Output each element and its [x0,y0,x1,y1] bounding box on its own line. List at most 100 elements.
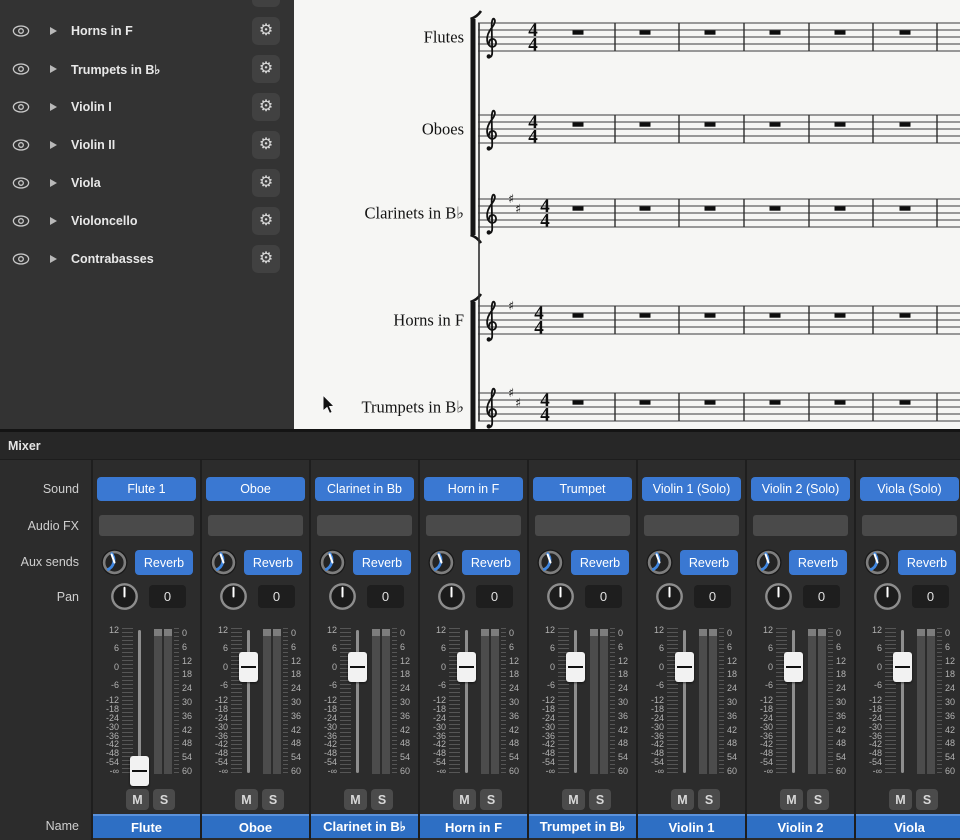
channel-name[interactable]: Oboe [202,814,309,838]
channel-name[interactable]: Violin 1 [638,814,745,838]
sound-button[interactable]: Viola (Solo) [860,477,959,501]
sound-button[interactable]: Trumpet [533,477,632,501]
aux-send-knob[interactable] [100,548,129,577]
aux-send-knob[interactable] [645,548,674,577]
reverb-send-button[interactable]: Reverb [462,550,520,575]
disclosure-triangle-icon[interactable] [50,103,57,111]
gear-icon: ⚙ [259,61,273,77]
sound-button[interactable]: Horn in F [424,477,523,501]
fader-handle[interactable] [348,652,367,682]
aux-send-knob[interactable] [536,548,565,577]
audio-fx-slot[interactable] [753,515,848,536]
aux-send-knob[interactable] [318,548,347,577]
audio-fx-slot[interactable] [426,515,521,536]
player-settings-gear-button[interactable]: ⚙ [252,131,280,159]
mute-button[interactable]: M [344,789,367,810]
visibility-eye-icon[interactable] [12,24,30,38]
disclosure-triangle-icon[interactable] [50,217,57,225]
player-settings-gear-button[interactable]: ⚙ [252,55,280,83]
visibility-eye-icon[interactable] [12,138,30,152]
solo-button[interactable]: S [698,789,720,810]
sound-button[interactable]: Flute 1 [97,477,196,501]
solo-button[interactable]: S [371,789,393,810]
audio-fx-slot[interactable] [644,515,739,536]
channel-name[interactable]: Trumpet in B♭ [529,814,636,838]
pan-knob[interactable] [764,582,793,611]
score-canvas[interactable]: Flutes44Oboes44Clarinets in B♭♯♯44Horns … [294,0,960,429]
disclosure-triangle-icon[interactable] [50,27,57,35]
reverb-send-button[interactable]: Reverb [680,550,738,575]
aux-send-knob[interactable] [209,548,238,577]
solo-button[interactable]: S [589,789,611,810]
visibility-eye-icon[interactable] [12,214,30,228]
reverb-send-button[interactable]: Reverb [898,550,956,575]
fader-handle[interactable] [457,652,476,682]
sound-button[interactable]: Violin 1 (Solo) [642,477,741,501]
solo-button[interactable]: S [480,789,502,810]
visibility-eye-icon[interactable] [12,100,30,114]
notation-view[interactable]: Flutes44Oboes44Clarinets in B♭♯♯44Horns … [294,0,960,429]
fader-handle[interactable] [566,652,585,682]
pan-knob[interactable] [437,582,466,611]
audio-fx-slot[interactable] [99,515,194,536]
sound-button[interactable]: Oboe [206,477,305,501]
mute-button[interactable]: M [453,789,476,810]
mixer-header[interactable]: Mixer [0,432,960,460]
reverb-send-button[interactable]: Reverb [353,550,411,575]
disclosure-triangle-icon[interactable] [50,141,57,149]
mute-button[interactable]: M [780,789,803,810]
sound-button[interactable]: Violin 2 (Solo) [751,477,850,501]
mute-button[interactable]: M [889,789,912,810]
visibility-eye-icon[interactable] [12,252,30,266]
audio-fx-slot[interactable] [317,515,412,536]
pan-knob[interactable] [110,582,139,611]
solo-button[interactable]: S [807,789,829,810]
reverb-send-button[interactable]: Reverb [571,550,629,575]
mute-button[interactable]: M [235,789,258,810]
pan-knob[interactable] [655,582,684,611]
audio-fx-slot[interactable] [862,515,957,536]
player-settings-gear-button[interactable]: ⚙ [252,245,280,273]
mute-button[interactable]: M [126,789,149,810]
player-settings-gear-button[interactable]: ⚙ [252,17,280,45]
audio-fx-slot[interactable] [535,515,630,536]
sound-button[interactable]: Clarinet in Bb [315,477,414,501]
channel-name[interactable]: Clarinet in B♭ [311,814,418,838]
player-settings-gear-button[interactable]: ⚙ [252,93,280,121]
solo-button[interactable]: S [916,789,938,810]
audio-fx-slot[interactable] [208,515,303,536]
fader-handle[interactable] [784,652,803,682]
player-settings-gear-button[interactable]: ⚙ [252,207,280,235]
player-settings-gear-button[interactable]: ⚙ [252,169,280,197]
db-ticks-left [122,628,133,774]
reverb-send-button[interactable]: Reverb [135,550,193,575]
player-settings-gear-button[interactable]: ⚙ [252,0,280,7]
disclosure-triangle-icon[interactable] [50,255,57,263]
pan-knob[interactable] [546,582,575,611]
fader-handle[interactable] [675,652,694,682]
pan-knob[interactable] [328,582,357,611]
fader-track[interactable] [138,630,141,773]
solo-button[interactable]: S [153,789,175,810]
mute-button[interactable]: M [562,789,585,810]
fader-handle[interactable] [130,756,149,786]
disclosure-triangle-icon[interactable] [50,179,57,187]
fader-handle[interactable] [239,652,258,682]
aux-send-knob[interactable] [754,548,783,577]
visibility-eye-icon[interactable] [12,62,30,76]
solo-button[interactable]: S [262,789,284,810]
aux-send-knob[interactable] [863,548,892,577]
channel-name[interactable]: Flute [93,814,200,838]
mute-button[interactable]: M [671,789,694,810]
fader-handle[interactable] [893,652,912,682]
reverb-send-button[interactable]: Reverb [789,550,847,575]
pan-knob[interactable] [219,582,248,611]
channel-name[interactable]: Violin 2 [747,814,854,838]
disclosure-triangle-icon[interactable] [50,65,57,73]
channel-name[interactable]: Horn in F [420,814,527,838]
reverb-send-button[interactable]: Reverb [244,550,302,575]
pan-knob[interactable] [873,582,902,611]
visibility-eye-icon[interactable] [12,176,30,190]
channel-name[interactable]: Viola [856,814,960,838]
aux-send-knob[interactable] [427,548,456,577]
